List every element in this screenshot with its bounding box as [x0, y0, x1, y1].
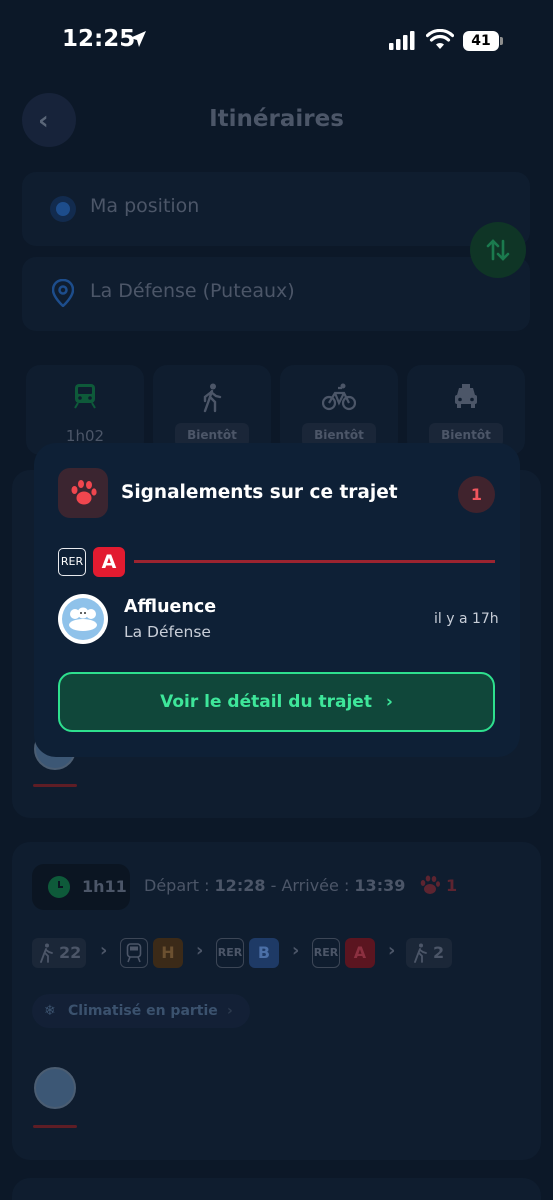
- departure-arrival: Départ : 12:28 - Arrivée : 13:39: [144, 876, 405, 895]
- bicycle-icon: [322, 383, 356, 411]
- duration-value: 1h11: [82, 877, 127, 896]
- origin-field[interactable]: Ma position: [22, 172, 530, 246]
- comfort-chip[interactable]: ❄ Climatisé en partie ›: [32, 994, 250, 1028]
- comfort-label: Climatisé en partie: [68, 1003, 218, 1019]
- destination-field[interactable]: La Défense (Puteaux): [22, 257, 530, 331]
- departure-label: Départ :: [144, 876, 215, 895]
- rer-mode-badge: RER: [312, 938, 340, 968]
- chevron-right-icon: ›: [100, 940, 108, 961]
- walking-icon: [203, 383, 222, 413]
- walk-end-minutes: 2: [433, 943, 445, 962]
- line-a-badge: A: [345, 938, 375, 968]
- walking-icon: [414, 943, 427, 963]
- clock-icon: [48, 876, 70, 898]
- snowflake-icon: ❄: [44, 1003, 56, 1019]
- current-location-icon: [50, 196, 76, 222]
- chevron-right-icon: ›: [227, 1003, 233, 1019]
- rer-mode-badge: RER: [58, 548, 86, 576]
- arrival-time: 13:39: [354, 876, 406, 895]
- map-pin-icon: [52, 279, 74, 307]
- line-indicator: [33, 784, 77, 787]
- chevron-right-icon: ›: [385, 692, 393, 712]
- chevron-right-icon: ›: [388, 940, 396, 961]
- line-b-badge: B: [249, 938, 279, 968]
- mode-bike[interactable]: Bientôt: [280, 365, 398, 455]
- reporter-avatar: [34, 1067, 76, 1109]
- mode-walk[interactable]: Bientôt: [153, 365, 271, 455]
- chevron-right-icon: ›: [292, 940, 300, 961]
- paw-icon: [71, 480, 97, 505]
- step-walk-end: 2: [406, 938, 452, 968]
- reports-popup: Signalements sur ce trajet 1 RER A Afflu…: [34, 443, 520, 757]
- page-title: Itinéraires: [209, 106, 344, 132]
- mode-transit[interactable]: 1h02: [26, 365, 144, 455]
- report-avatar: [58, 594, 108, 644]
- step-walk-start: 22: [32, 938, 86, 968]
- view-route-details-label: Voir le détail du trajet: [160, 692, 372, 712]
- line-divider: [134, 560, 495, 563]
- separator: -: [265, 876, 282, 895]
- walking-icon: [40, 943, 53, 963]
- train-mode-badge: [120, 938, 148, 968]
- line-a-badge: A: [93, 547, 125, 577]
- report-title: Affluence: [124, 597, 217, 617]
- origin-value: Ma position: [90, 195, 200, 217]
- paw-icon: [420, 875, 440, 894]
- train-icon: [126, 943, 142, 963]
- walk-start-minutes: 22: [59, 943, 82, 962]
- report-station: La Défense: [124, 623, 211, 641]
- route-card-2[interactable]: 1h11 Départ : 12:28 - Arrivée : 13:39 1 …: [12, 842, 541, 1160]
- taxi-icon: [455, 384, 477, 408]
- rer-mode-badge: RER: [216, 938, 244, 968]
- line-indicator: [33, 1125, 77, 1128]
- line-h-badge: H: [153, 938, 183, 968]
- destination-value: La Défense (Puteaux): [90, 280, 295, 302]
- popup-title: Signalements sur ce trajet: [121, 482, 398, 503]
- report-time: il y a 17h: [434, 611, 499, 627]
- swap-arrows-icon: [486, 239, 510, 261]
- route-card-3[interactable]: [12, 1178, 541, 1200]
- swap-button[interactable]: [470, 222, 526, 278]
- chevron-right-icon: ›: [196, 940, 204, 961]
- departure-time: 12:28: [214, 876, 266, 895]
- view-route-details-button[interactable]: Voir le détail du trajet ›: [58, 672, 495, 732]
- train-icon: [74, 384, 96, 409]
- mode-taxi[interactable]: Bientôt: [407, 365, 525, 455]
- paw-icon-tile: [58, 468, 108, 518]
- crowd-icon: [69, 607, 97, 631]
- reports-count: 1: [446, 876, 458, 895]
- reports-count-badge: 1: [458, 476, 495, 513]
- arrival-label: Arrivée :: [281, 876, 355, 895]
- duration-pill: 1h11: [32, 864, 130, 910]
